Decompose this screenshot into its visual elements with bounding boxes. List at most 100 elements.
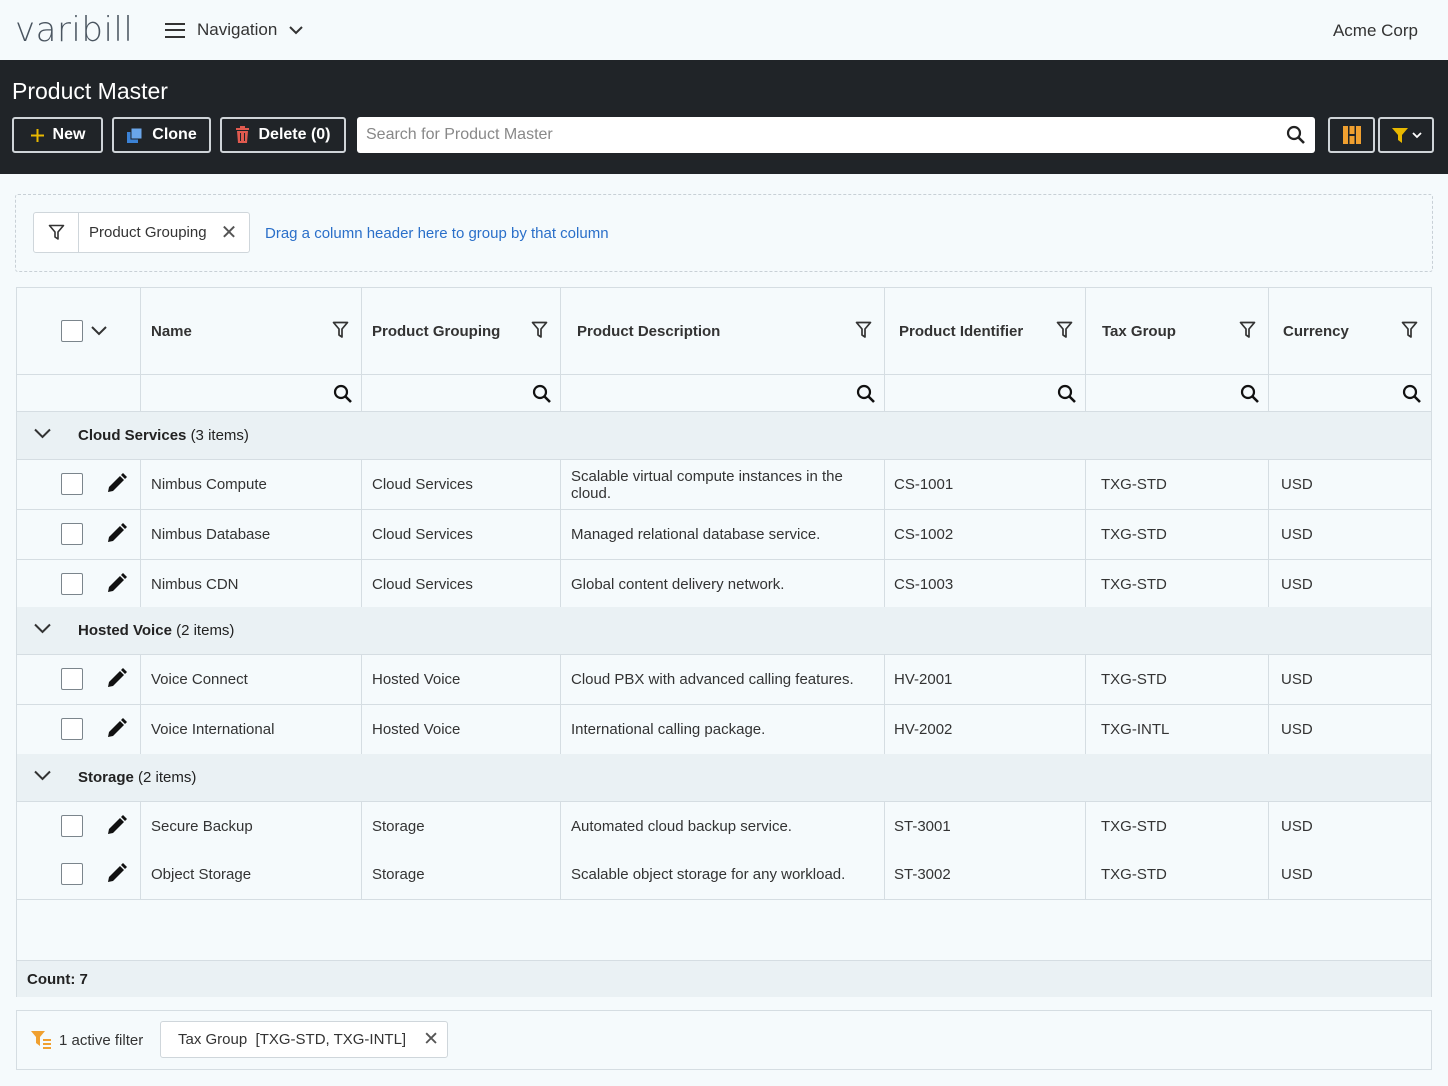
table-row[interactable]: Object Storage Storage Scalable object s… [17,850,1431,900]
row-checkbox[interactable] [61,815,83,837]
filter-cell-name[interactable] [141,375,362,411]
filter-chip-tax-group[interactable]: Tax Group [TXG-STD, TXG-INTL] ✕ [160,1021,448,1058]
pencil-icon[interactable] [105,815,127,837]
table-row[interactable]: Secure Backup Storage Automated cloud ba… [17,802,1431,852]
pencil-icon[interactable] [105,523,127,545]
table-row[interactable]: Nimbus CDN Cloud Services Global content… [17,560,1431,610]
cell-name: Nimbus CDN [141,560,362,609]
column-header-product-identifier[interactable]: Product Identifier [885,288,1086,374]
clone-button[interactable]: Clone [112,117,211,153]
pencil-icon[interactable] [105,718,127,740]
group-title: Cloud Services (3 items) [78,427,249,444]
pencil-icon[interactable] [105,573,127,595]
new-button[interactable]: New [12,117,103,153]
row-checkbox[interactable] [61,523,83,545]
group-row[interactable]: Cloud Services (3 items) [17,412,1431,460]
search-input[interactable] [357,117,1315,153]
column-header-product-grouping[interactable]: Product Grouping [362,288,561,374]
filter-cell-product-identifier[interactable] [885,375,1086,411]
chevron-down-icon[interactable] [34,770,51,781]
filter-cell-product-grouping[interactable] [362,375,561,411]
app-logo[interactable]: varibill [15,10,133,50]
cell-description: Automated cloud backup service. [561,802,885,851]
close-icon[interactable]: ✕ [221,220,238,245]
cell-currency: USD [1281,818,1313,835]
row-checkbox[interactable] [61,573,83,595]
select-all-checkbox[interactable] [61,320,83,342]
table-row[interactable]: Voice Connect Hosted Voice Cloud PBX wit… [17,655,1431,705]
cell-currency: USD [1281,526,1313,543]
row-checkbox[interactable] [61,473,83,495]
cell-tax-group: TXG-STD [1086,560,1269,609]
filter-cell-currency[interactable] [1269,375,1432,411]
chevron-down-icon [1411,131,1422,138]
filter-cell-tax-group[interactable] [1086,375,1269,411]
filter-icon[interactable] [1239,321,1256,339]
cell-grouping: Hosted Voice [362,655,561,704]
trash-icon [236,126,250,143]
pencil-icon[interactable] [105,863,127,885]
filter-icon[interactable] [531,321,548,339]
cell-description: Cloud PBX with advanced calling features… [561,655,885,704]
filter-icon[interactable] [332,321,349,339]
cell-identifier: HV-2001 [885,655,1086,704]
search-icon[interactable] [856,384,876,404]
chevron-down-icon[interactable] [91,326,107,336]
search-icon[interactable] [333,384,353,404]
column-header-currency[interactable]: Currency [1269,288,1432,374]
filter-cell-product-description[interactable] [561,375,885,411]
chevron-down-icon[interactable] [34,623,51,634]
cell-name: Nimbus Compute [141,460,362,509]
group-row[interactable]: Hosted Voice (2 items) [17,607,1431,655]
pencil-icon[interactable] [105,668,127,690]
close-icon[interactable]: ✕ [423,1028,439,1051]
column-header-product-description[interactable]: Product Description [561,288,885,374]
column-header-name[interactable]: Name [141,288,362,374]
cell-name: Voice Connect [141,655,362,704]
group-by-panel[interactable]: Product Grouping ✕ Drag a column header … [15,194,1433,272]
cell-grouping: Storage [362,850,561,899]
row-checkbox[interactable] [61,863,83,885]
cell-identifier: CS-1001 [885,460,1086,509]
cell-description: International calling package. [561,705,885,754]
filter-icon[interactable] [855,321,872,339]
product-grid: Name Product Grouping Product Descriptio… [16,287,1432,997]
column-layout-icon [1342,126,1361,144]
search-icon[interactable] [532,384,552,404]
clear-filter-icon[interactable] [30,1030,52,1050]
group-row[interactable]: Storage (2 items) [17,754,1431,802]
search-icon[interactable] [1286,125,1306,145]
navigation-menu[interactable]: Navigation [165,20,304,40]
cell-currency: USD [1281,671,1313,688]
column-header-tax-group[interactable]: Tax Group [1086,288,1269,374]
search-icon[interactable] [1402,384,1422,404]
row-checkbox[interactable] [61,668,83,690]
filter-icon [48,224,64,240]
cell-grouping: Storage [362,802,561,851]
group-chip-product-grouping[interactable]: Product Grouping ✕ [33,212,250,253]
row-checkbox[interactable] [61,718,83,740]
cell-identifier: ST-3001 [885,802,1086,851]
delete-button[interactable]: Delete (0) [220,117,346,153]
cell-tax-group: TXG-STD [1086,802,1269,851]
cell-currency: USD [1281,476,1313,493]
table-row[interactable]: Voice International Hosted Voice Interna… [17,705,1431,755]
chevron-down-icon [289,26,304,35]
chevron-down-icon[interactable] [34,428,51,439]
search-icon[interactable] [1057,384,1077,404]
group-chip-filter-button[interactable] [34,213,79,252]
filter-icon[interactable] [1056,321,1073,339]
table-row[interactable]: Nimbus Database Cloud Services Managed r… [17,510,1431,560]
filter-icon[interactable] [1401,321,1418,339]
pencil-icon[interactable] [105,473,127,495]
group-hint: Drag a column header here to group by th… [265,225,609,242]
company-name[interactable]: Acme Corp [1333,21,1418,41]
cell-tax-group: TXG-STD [1086,460,1269,509]
table-row[interactable]: Nimbus Compute Cloud Services Scalable v… [17,460,1431,510]
column-layout-button[interactable] [1328,117,1375,153]
column-header-label: Tax Group [1102,322,1176,340]
cell-description: Scalable virtual compute instances in th… [561,460,885,509]
search-icon[interactable] [1240,384,1260,404]
active-filter-summary: 1 active filter [59,1032,144,1049]
filter-menu-button[interactable] [1378,117,1434,153]
